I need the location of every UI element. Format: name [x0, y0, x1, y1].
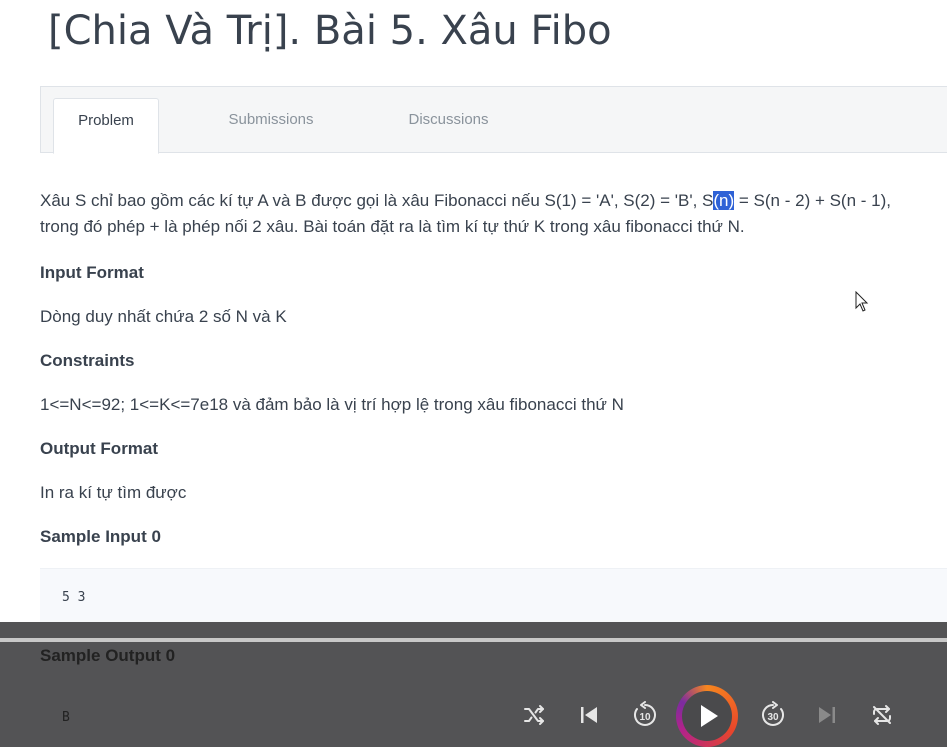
sample-input-code: 5 3: [62, 590, 86, 605]
tab-problem[interactable]: Problem: [53, 98, 159, 154]
play-button[interactable]: [676, 685, 738, 747]
statement-line-1: Xâu S chỉ bao gồm các kí tự A và B được …: [40, 188, 930, 214]
forward-seconds-label: 30: [767, 712, 779, 723]
output-format-heading: Output Format: [40, 439, 159, 458]
input-format-heading: Input Format: [40, 263, 144, 282]
statement-text: = S(n - 2) + S(n - 1),: [734, 191, 891, 210]
statement-line-2: trong đó phép + là phép nối 2 xâu. Bài t…: [40, 217, 745, 236]
constraints-text: 1<=N<=92; 1<=K<=7e18 và đảm bảo là vị tr…: [40, 395, 624, 414]
rewind-10-icon[interactable]: 10: [631, 701, 659, 729]
play-icon: [701, 705, 718, 727]
play-button-inner: [682, 691, 732, 741]
forward-30-icon[interactable]: 30: [759, 701, 787, 729]
mouse-cursor-icon: [855, 291, 869, 312]
tab-discussions[interactable]: Discussions: [391, 98, 506, 154]
constraints-heading: Constraints: [40, 351, 135, 370]
sample-output-heading: Sample Output 0: [40, 646, 176, 665]
tab-submissions[interactable]: Submissions: [211, 98, 331, 154]
input-format-text: Dòng duy nhất chứa 2 số N và K: [40, 307, 287, 326]
statement-text: Xâu S chỉ bao gồm các kí tự A và B được …: [40, 191, 714, 210]
rewind-seconds-label: 10: [639, 712, 651, 723]
repeat-icon[interactable]: [870, 703, 894, 727]
shuffle-icon[interactable]: [522, 703, 546, 727]
previous-icon[interactable]: [577, 703, 601, 727]
output-format-text: In ra kí tự tìm được: [40, 483, 187, 502]
player-progress-track[interactable]: [0, 638, 947, 642]
problem-statement: Xâu S chỉ bao gồm các kí tự A và B được …: [40, 188, 930, 240]
selected-text: (n): [713, 191, 735, 210]
sample-input-heading: Sample Input 0: [40, 527, 161, 546]
page-title: [Chia Và Trị]. Bài 5. Xâu Fibo: [48, 8, 612, 54]
tab-bar: Problem Submissions Discussions: [40, 86, 947, 154]
next-icon[interactable]: [815, 703, 839, 727]
sample-input-box: [40, 568, 947, 623]
sample-output-code: B: [62, 710, 70, 725]
